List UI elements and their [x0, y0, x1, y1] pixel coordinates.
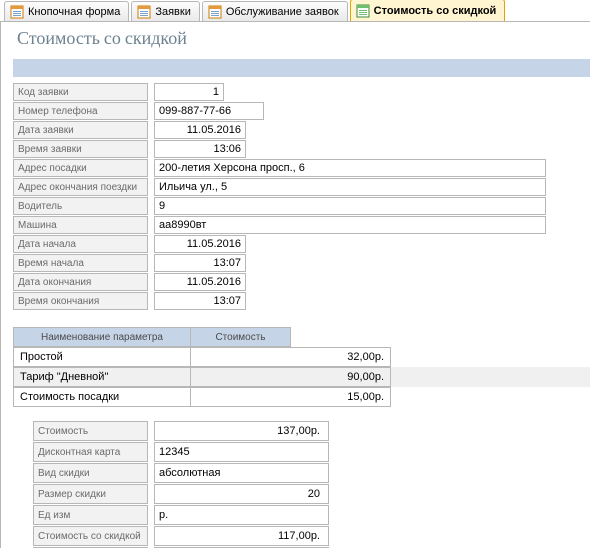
label-driver: Водитель — [13, 197, 148, 215]
label-start-time: Время начала — [13, 254, 148, 272]
label-phone: Номер телефона — [13, 102, 148, 120]
label-end-date: Дата окончания — [13, 273, 148, 291]
value-phone: 099-887-77-66 — [154, 102, 264, 120]
form-icon — [10, 5, 24, 19]
cell-cost: 32,00р. — [191, 347, 391, 367]
col-param-name: Наименование параметра — [13, 327, 191, 347]
value-dropoff: Ильича ул., 5 — [154, 178, 546, 196]
label-unit: Ед изм — [33, 505, 148, 525]
label-request-time: Время заявки — [13, 140, 148, 158]
value-discount-type: абсолютная — [154, 463, 329, 483]
totals-block: Стоимость 137,00р. Дисконтная карта 1234… — [33, 421, 590, 548]
report-body: Стоимость со скидкой Код заявки 1 Номер … — [1, 22, 590, 548]
tab-service[interactable]: Обслуживание заявок — [202, 1, 348, 21]
report-viewport[interactable]: Стоимость со скидкой Код заявки 1 Номер … — [0, 22, 590, 548]
value-discounted-cost: 117,00р. — [154, 526, 329, 546]
cell-cost: 90,00р. — [191, 367, 391, 387]
header-bar — [13, 59, 590, 77]
table-row: Простой 32,00р. — [13, 347, 590, 367]
cell-name: Тариф "Дневной" — [13, 367, 191, 387]
cell-cost: 15,00р. — [191, 387, 391, 407]
tab-discounted-cost[interactable]: Стоимость со скидкой — [350, 0, 506, 21]
value-cost: 137,00р. — [154, 421, 329, 441]
label-pickup: Адрес посадки — [13, 159, 148, 177]
tab-label: Обслуживание заявок — [226, 6, 339, 18]
table-row: Тариф "Дневной" 90,00р. — [13, 367, 590, 387]
label-discount-card: Дисконтная карта — [33, 442, 148, 462]
value-pickup: 200-летия Херсона просп., 6 — [154, 159, 546, 177]
value-discount-card: 12345 — [154, 442, 329, 462]
value-end-date: 11.05.2016 — [154, 273, 246, 291]
label-request-date: Дата заявки — [13, 121, 148, 139]
tab-label: Заявки — [155, 6, 191, 18]
report-title: Стоимость со скидкой — [13, 22, 590, 59]
label-start-date: Дата начала — [13, 235, 148, 253]
table-row: Стоимость посадки 15,00р. — [13, 387, 590, 407]
label-discount-amount: Размер скидки — [33, 484, 148, 504]
form-icon — [137, 5, 151, 19]
form-icon — [208, 5, 222, 19]
value-discount-amount: 20 — [154, 484, 329, 504]
report-icon — [356, 4, 370, 18]
label-request-code: Код заявки — [13, 83, 148, 101]
col-param-cost: Стоимость — [191, 327, 291, 347]
value-unit: р. — [154, 505, 329, 525]
label-discounted-cost: Стоимость со скидкой — [33, 526, 148, 546]
value-driver: 9 — [154, 197, 546, 215]
param-table: Наименование параметра Стоимость Простой… — [13, 327, 590, 407]
value-request-code: 1 — [154, 83, 224, 101]
tab-main-form[interactable]: Кнопочная форма — [4, 1, 129, 21]
value-start-date: 11.05.2016 — [154, 235, 246, 253]
cell-name: Стоимость посадки — [13, 387, 191, 407]
value-end-time: 13:07 — [154, 292, 246, 310]
value-start-time: 13:07 — [154, 254, 246, 272]
tab-label: Стоимость со скидкой — [374, 5, 497, 17]
tab-bar: Кнопочная форма Заявки Обслуживание заяв… — [0, 0, 590, 22]
label-discount-type: Вид скидки — [33, 463, 148, 483]
label-end-time: Время окончания — [13, 292, 148, 310]
value-request-date: 11.05.2016 — [154, 121, 246, 139]
label-cost: Стоимость — [33, 421, 148, 441]
tab-label: Кнопочная форма — [28, 6, 120, 18]
tab-requests[interactable]: Заявки — [131, 1, 200, 21]
value-request-time: 13:06 — [154, 140, 246, 158]
label-dropoff: Адрес окончания поездки — [13, 178, 148, 196]
cell-name: Простой — [13, 347, 191, 367]
value-car: аа8990вт — [154, 216, 546, 234]
label-car: Машина — [13, 216, 148, 234]
